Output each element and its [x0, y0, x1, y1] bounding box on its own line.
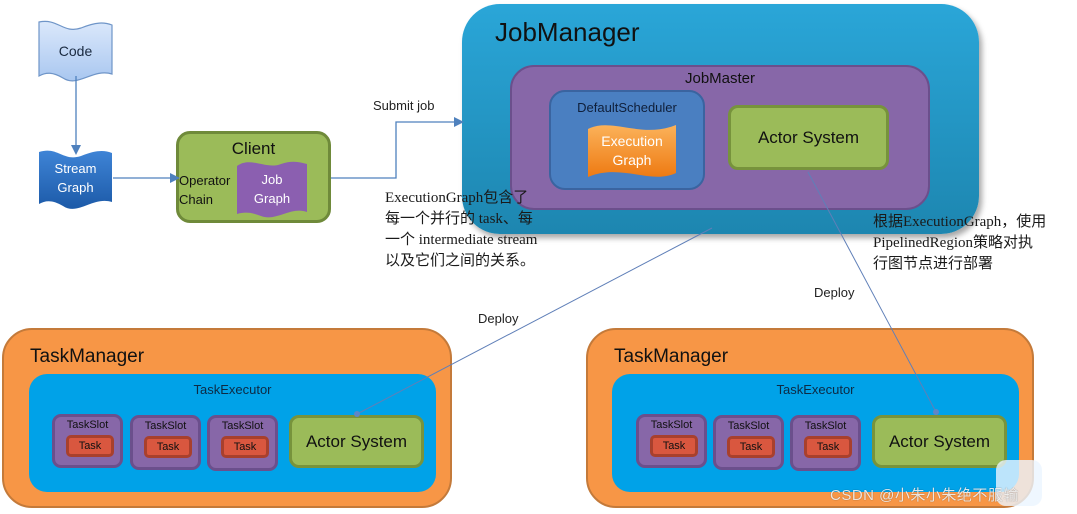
- task-slot: TaskSlot Task: [713, 415, 784, 470]
- execution-graph-label-1: Execution: [601, 133, 663, 149]
- operator-chain-line-2: Chain: [179, 192, 213, 207]
- task: Task: [221, 436, 269, 458]
- task: Task: [144, 436, 192, 458]
- task-slot-title: TaskSlot: [66, 419, 109, 431]
- note-line: 以及它们之间的关系。: [385, 253, 536, 269]
- stream-graph-label-1: Stream: [54, 161, 97, 176]
- execution-graph-node: Execution Graph: [586, 121, 678, 181]
- deploy-left-label: Deploy: [478, 311, 519, 326]
- code-node: Code: [38, 20, 113, 82]
- task-slot-title: TaskSlot: [221, 420, 264, 432]
- task-slot: TaskSlot Task: [52, 414, 123, 468]
- task-slot-title: TaskSlot: [727, 420, 770, 432]
- note-line: PipelinedRegion策略对执: [873, 235, 1033, 251]
- jobmaster-actor-system: Actor System: [728, 105, 889, 170]
- task-slot: TaskSlot Task: [636, 414, 707, 468]
- watermark: CSDN @小朱小朱绝不服输: [830, 487, 1019, 504]
- execution-graph-note: ExecutionGraph包含了 每一个并行的 task、每 一个 inter…: [385, 188, 537, 272]
- operator-chain-label: Operator Chain: [179, 171, 230, 209]
- job-graph-label-2: Graph: [253, 191, 291, 206]
- taskmanager-actor-system: Actor System: [289, 415, 424, 468]
- task-slot: TaskSlot Task: [790, 415, 861, 471]
- note-line: 根据ExecutionGraph，使用: [873, 214, 1047, 230]
- stream-graph-label-2: Graph: [57, 180, 94, 195]
- note-line: 每一个并行的 task、每: [385, 211, 533, 227]
- execution-graph-label-2: Graph: [612, 152, 652, 168]
- task: Task: [804, 436, 852, 458]
- task-slot: TaskSlot Task: [130, 415, 201, 470]
- task-slot: TaskSlot Task: [207, 415, 278, 471]
- actor-system-label: Actor System: [757, 127, 860, 147]
- operator-chain-line-1: Operator: [179, 173, 231, 188]
- task-manager-title: TaskManager: [30, 346, 145, 367]
- task: Task: [650, 435, 698, 457]
- job-master-title: JobMaster: [684, 70, 756, 87]
- note-line: 一个 intermediate stream: [385, 232, 538, 248]
- job-manager-title: JobManager: [495, 17, 640, 47]
- task: Task: [727, 436, 775, 458]
- job-graph-node: Job Graph: [236, 160, 308, 218]
- task-slot-title: TaskSlot: [650, 419, 693, 431]
- default-scheduler-title: DefaultScheduler: [577, 100, 677, 115]
- task-executor-title: TaskExecutor: [193, 382, 272, 397]
- task-slot-title: TaskSlot: [144, 420, 187, 432]
- task-manager-title: TaskManager: [614, 346, 729, 367]
- deploy-right-label: Deploy: [814, 285, 855, 300]
- stream-graph-node: Stream Graph: [38, 148, 113, 210]
- task-slot-title: TaskSlot: [804, 420, 847, 432]
- task-executor-title: TaskExecutor: [776, 382, 855, 397]
- code-label: Code: [58, 43, 93, 59]
- taskmanager-actor-system: Actor System: [872, 415, 1007, 468]
- actor-system-label: Actor System: [305, 431, 408, 451]
- deploy-note: 根据ExecutionGraph，使用 PipelinedRegion策略对执 …: [873, 212, 1046, 275]
- submit-job-arrow: [331, 117, 464, 179]
- submit-job-label: Submit job: [373, 98, 435, 113]
- note-line: 行图节点进行部署: [873, 256, 994, 272]
- job-graph-label-1: Job: [261, 172, 283, 187]
- note-line: ExecutionGraph包含了: [385, 190, 529, 206]
- actor-system-label: Actor System: [888, 431, 991, 451]
- task: Task: [66, 435, 114, 457]
- client-title: Client: [231, 139, 276, 158]
